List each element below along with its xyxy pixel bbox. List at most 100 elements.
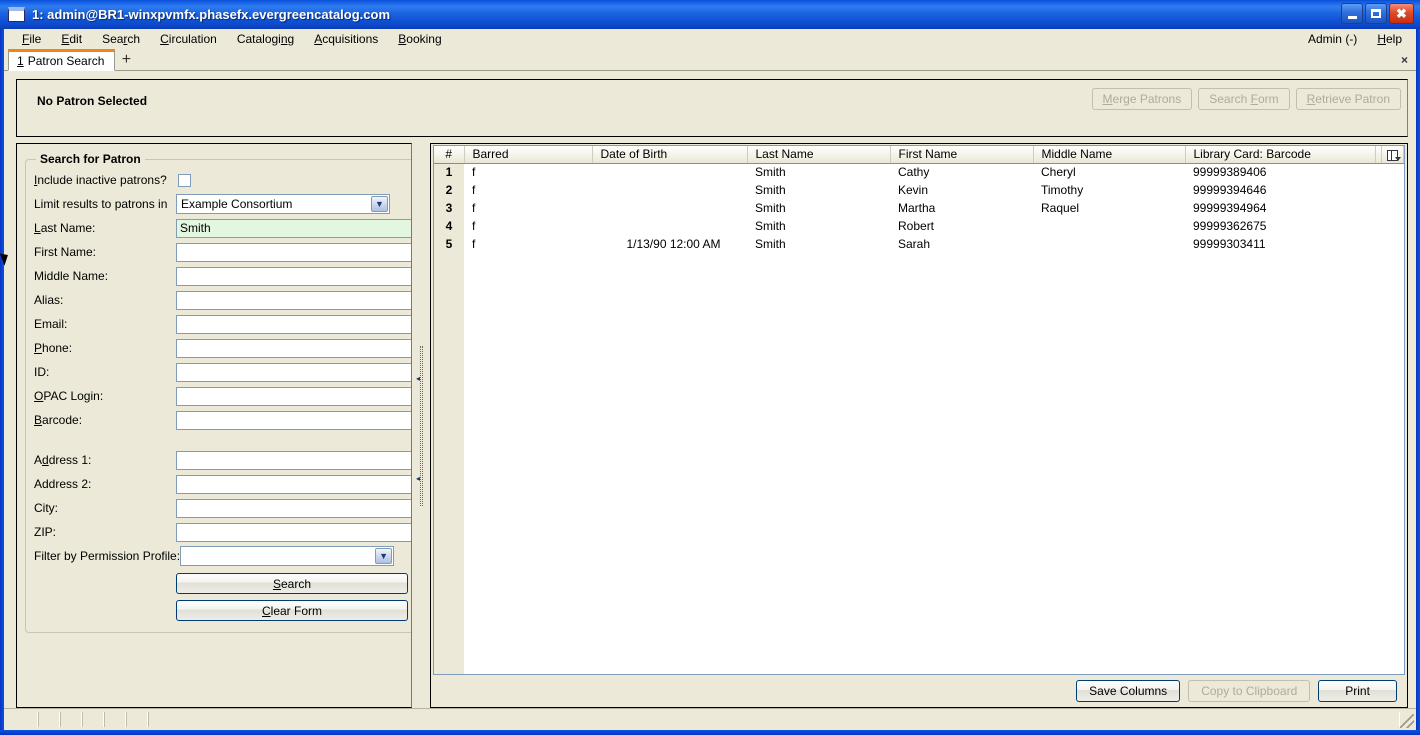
table-row[interactable]: 3 f Smith Martha Raquel 99999394964: [434, 199, 1403, 217]
grid-blank: [464, 253, 1404, 674]
retrieve-patron-button[interactable]: Retrieve Patron: [1295, 88, 1401, 110]
cell-last-name: Smith: [755, 201, 786, 215]
col-header-library-card-barcode[interactable]: Library Card: Barcode: [1185, 146, 1376, 164]
cell-barcode: 99999303411: [1193, 237, 1266, 251]
menu-cataloging[interactable]: Cataloging: [227, 30, 304, 48]
cell-barred: f: [472, 201, 476, 215]
limit-results-select[interactable]: Example Consortium ▼: [176, 194, 390, 214]
last-name-input[interactable]: [176, 218, 411, 238]
city-label: City:: [34, 501, 58, 515]
middle-name-input[interactable]: [176, 266, 411, 286]
tab-bar: 1 Patron Search + ×: [4, 49, 1416, 71]
new-tab-button[interactable]: +: [115, 50, 137, 70]
id-label: ID:: [34, 365, 50, 379]
column-picker-icon: [1386, 149, 1401, 161]
cell-row-number: 1: [434, 163, 464, 181]
table-row[interactable]: 5 f 1/13/90 12:00 AM Smith Sarah 9999930…: [434, 235, 1403, 253]
col-header-middle-name[interactable]: Middle Name: [1033, 146, 1186, 164]
cell-first-name: Martha: [898, 201, 936, 215]
maximize-button[interactable]: [1365, 3, 1387, 24]
address-2-input[interactable]: [176, 474, 411, 494]
alias-input[interactable]: [176, 290, 411, 310]
menu-admin[interactable]: Admin (-): [1298, 30, 1367, 48]
row-zip: ZIP:: [34, 520, 411, 544]
pane-splitter[interactable]: ◂ ◂: [412, 143, 430, 708]
cell-barcode: 99999389406: [1193, 165, 1267, 180]
collapse-right-icon[interactable]: ◂: [416, 474, 420, 483]
cell-middle-name: Timothy: [1041, 183, 1084, 197]
id-input[interactable]: [176, 362, 411, 382]
grid-gutter: [434, 253, 464, 674]
print-button[interactable]: Print: [1318, 680, 1397, 702]
menu-search[interactable]: Search: [92, 30, 150, 48]
email-label: Email:: [34, 317, 68, 331]
cell-first-name: Robert: [898, 219, 935, 233]
menu-file[interactable]: File: [12, 30, 51, 48]
cell-row-number: 5: [434, 235, 464, 253]
cell-middle-name: [1033, 217, 1185, 235]
clear-form-button[interactable]: Clear Form: [176, 600, 408, 621]
table-row[interactable]: 1 f Smith Cathy Cheryl 99999389406: [434, 163, 1403, 181]
col-header-last-name[interactable]: Last Name: [747, 146, 891, 164]
col-header-number[interactable]: #: [434, 146, 465, 164]
status-cell-4: [82, 712, 104, 727]
city-input[interactable]: [176, 498, 411, 518]
opac-login-input[interactable]: [176, 386, 411, 406]
limit-results-label: Limit results to patrons in: [34, 197, 168, 211]
cell-date-of-birth: [592, 181, 747, 199]
cell-first-name: Cathy: [898, 165, 930, 180]
col-header-barred[interactable]: Barred: [464, 146, 593, 164]
address-1-input[interactable]: [176, 450, 411, 470]
cell-middle-name: [1033, 235, 1185, 253]
resize-grip-icon[interactable]: [1400, 714, 1414, 728]
menu-circulation[interactable]: Circulation: [150, 30, 227, 48]
search-form-button[interactable]: Search Form: [1198, 88, 1290, 110]
table-row[interactable]: 2 f Smith Kevin Timothy 99999394646: [434, 181, 1403, 199]
chevron-down-icon: ▼: [371, 196, 388, 212]
window-title: 1: admin@BR1-winxpvmfx.phasefx.evergreen…: [32, 7, 391, 22]
cell-picker-filler: [1381, 217, 1403, 235]
menu-help[interactable]: Help: [1367, 30, 1412, 48]
row-permission-profile: Filter by Permission Profile: ▼: [34, 544, 411, 568]
first-name-input[interactable]: [176, 242, 411, 262]
cell-barred: f: [472, 237, 476, 251]
collapse-left-icon[interactable]: ◂: [416, 374, 420, 383]
minimize-button[interactable]: [1341, 3, 1363, 24]
phone-input[interactable]: [176, 338, 411, 358]
email-input[interactable]: [176, 314, 411, 334]
cell-last-name: Smith: [755, 165, 786, 180]
row-search-button: Search: [34, 568, 411, 595]
row-address-1: Address 1:: [34, 448, 411, 472]
search-button[interactable]: Search: [176, 573, 408, 594]
save-columns-button[interactable]: Save Columns: [1076, 680, 1181, 702]
menu-acquisitions[interactable]: Acquisitions: [304, 30, 388, 48]
barcode-input[interactable]: [176, 410, 411, 430]
copy-to-clipboard-button[interactable]: Copy to Clipboard: [1188, 680, 1311, 702]
zip-input[interactable]: [176, 522, 411, 542]
close-button[interactable]: ✖: [1389, 3, 1414, 24]
include-inactive-checkbox[interactable]: [178, 173, 191, 187]
results-table-body: 1 f Smith Cathy Cheryl 99999389406 2 f S…: [434, 163, 1403, 253]
cell-row-number: 2: [434, 181, 464, 199]
table-row[interactable]: 4 f Smith Robert 99999362675: [434, 217, 1403, 235]
col-header-first-name[interactable]: First Name: [890, 146, 1034, 164]
column-picker-button[interactable]: [1381, 146, 1404, 164]
menu-edit[interactable]: Edit: [51, 30, 92, 48]
patron-summary-header: No Patron Selected Merge Patrons Search …: [16, 79, 1408, 137]
form-spacer: [34, 432, 411, 448]
search-for-patron-group: Search for Patron Include inactive patro…: [25, 152, 411, 633]
close-tab-icon[interactable]: ×: [1401, 53, 1408, 67]
col-header-date-of-birth[interactable]: Date of Birth: [592, 146, 748, 164]
menu-booking[interactable]: Booking: [388, 30, 451, 48]
cell-row-number: 3: [434, 199, 464, 217]
permission-profile-label: Filter by Permission Profile:: [34, 549, 181, 563]
title-bar: 1: admin@BR1-winxpvmfx.phasefx.evergreen…: [0, 0, 1420, 29]
permission-profile-select[interactable]: ▼: [180, 546, 395, 566]
menu-bar-right: Admin (-) Help: [1298, 30, 1412, 48]
tab-patron-search[interactable]: 1 Patron Search: [8, 49, 116, 71]
window-border-left: [0, 0, 4, 735]
merge-patrons-button[interactable]: Merge Patrons: [1091, 88, 1193, 110]
cell-date-of-birth: 1/13/90 12:00 AM: [626, 237, 721, 251]
row-city: City:: [34, 496, 411, 520]
cell-barred: f: [472, 219, 476, 233]
